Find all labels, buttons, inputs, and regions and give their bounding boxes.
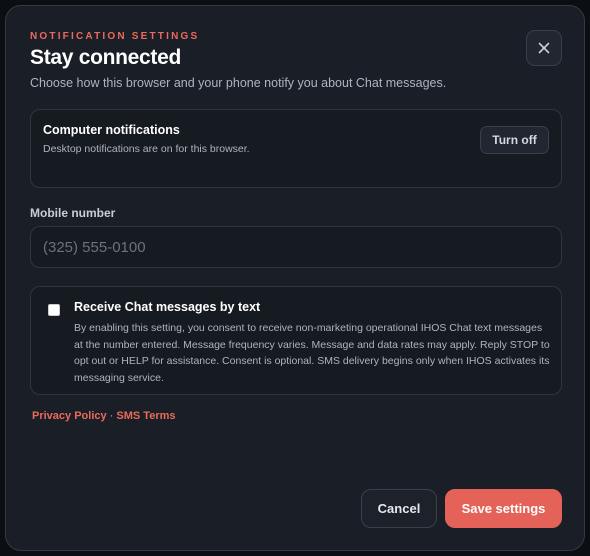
dialog-subtitle: Choose how this browser and your phone n… (30, 76, 447, 90)
dialog-eyebrow: NOTIFICATION SETTINGS (30, 31, 200, 42)
legal-links: Privacy Policy · SMS Terms (32, 410, 176, 422)
mobile-number-label: Mobile number (30, 206, 116, 220)
save-settings-button[interactable]: Save settings (445, 489, 562, 528)
mobile-number-input[interactable] (30, 226, 562, 268)
turn-off-button[interactable]: Turn off (480, 126, 549, 154)
privacy-policy-link[interactable]: Privacy Policy (32, 410, 107, 422)
close-button[interactable] (526, 30, 562, 66)
sms-consent-card: Receive Chat messages by text By enablin… (30, 286, 562, 395)
sms-terms-link[interactable]: SMS Terms (116, 410, 175, 422)
link-separator: · (109, 410, 114, 422)
cancel-button[interactable]: Cancel (361, 489, 437, 528)
computer-notifications-title: Computer notifications (43, 123, 180, 137)
sms-consent-title: Receive Chat messages by text (74, 300, 261, 314)
sms-consent-checkbox[interactable] (48, 304, 60, 316)
notification-settings-dialog: NOTIFICATION SETTINGS Stay connected Cho… (5, 5, 585, 551)
computer-notifications-description: Desktop notifications are on for this br… (43, 143, 250, 155)
sms-consent-description: By enabling this setting, you consent to… (74, 322, 550, 384)
computer-notifications-card: Computer notifications Desktop notificat… (30, 109, 562, 188)
close-icon (538, 42, 550, 54)
dialog-title: Stay connected (30, 46, 182, 69)
